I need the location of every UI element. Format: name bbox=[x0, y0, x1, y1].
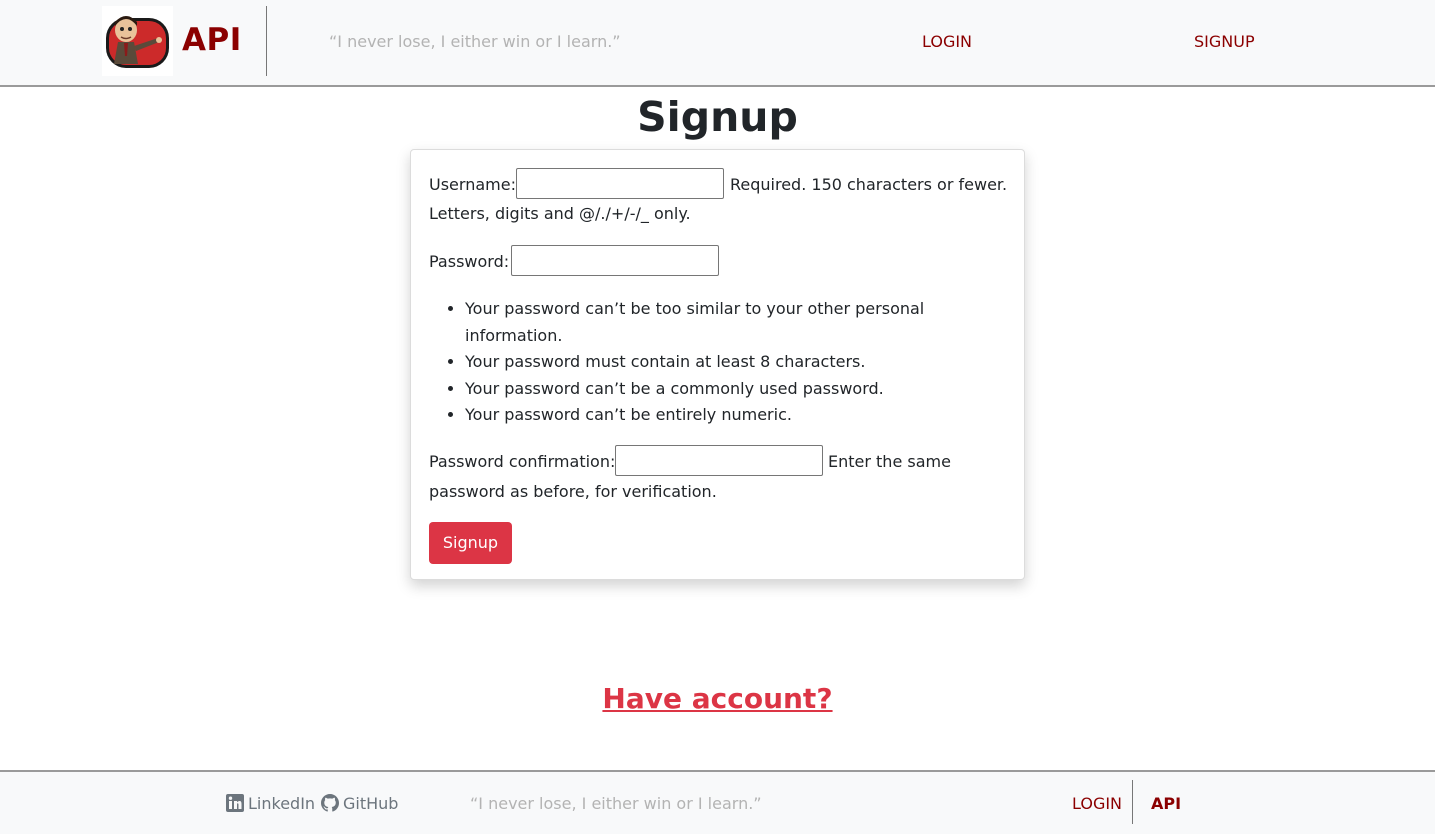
brand-name[interactable]: API bbox=[182, 20, 242, 60]
logo-image[interactable] bbox=[102, 6, 173, 76]
password-rules-list: Your password can’t be too similar to yo… bbox=[446, 296, 965, 429]
nav-signup-link[interactable]: SIGNUP bbox=[1194, 31, 1255, 53]
password-label: Password: bbox=[429, 252, 510, 271]
linkedin-label: LinkedIn bbox=[248, 794, 316, 813]
github-link[interactable]: GitHub bbox=[321, 793, 398, 818]
footer-login-link[interactable]: LOGIN bbox=[1072, 793, 1122, 815]
footer-brand-link[interactable]: API bbox=[1151, 793, 1181, 815]
have-account-link[interactable]: Have account? bbox=[602, 682, 832, 715]
brand-divider bbox=[266, 6, 267, 76]
mr-bean-logo bbox=[106, 16, 169, 68]
page-title: Signup bbox=[637, 93, 798, 141]
password-rule-item: Your password must contain at least 8 ch… bbox=[465, 349, 965, 376]
confirmation-help-line2: password as before, for verification. bbox=[429, 482, 717, 501]
nav-login-link[interactable]: LOGIN bbox=[922, 31, 972, 53]
github-label: GitHub bbox=[343, 794, 399, 813]
signup-button[interactable]: Signup bbox=[429, 522, 512, 564]
username-input[interactable] bbox=[516, 168, 724, 199]
password-confirmation-label: Password confirmation: bbox=[429, 452, 616, 471]
password-rule-item: Your password can’t be a commonly used p… bbox=[465, 376, 965, 403]
top-navbar: API “I never lose, I either win or I lea… bbox=[0, 0, 1435, 87]
username-label: Username: bbox=[429, 175, 516, 194]
linkedin-link[interactable]: LinkedIn bbox=[226, 793, 315, 818]
username-help-line2: Letters, digits and @/./+/-/_ only. bbox=[429, 204, 691, 223]
username-help-line1: Required. 150 characters or fewer. bbox=[730, 175, 1008, 194]
password-rule-item: Your password can’t be entirely numeric. bbox=[465, 402, 965, 429]
github-icon bbox=[321, 794, 339, 818]
password-input[interactable] bbox=[511, 245, 719, 276]
password-confirmation-input[interactable] bbox=[615, 445, 823, 476]
have-account-container: Have account? bbox=[0, 679, 1435, 719]
signup-form-card: Username: Required. 150 characters or fe… bbox=[410, 149, 1025, 580]
confirmation-help-line1: Enter the same bbox=[828, 452, 951, 471]
linkedin-icon bbox=[226, 794, 244, 818]
header-quote: “I never lose, I either win or I learn.” bbox=[329, 32, 621, 51]
footer-divider bbox=[1132, 780, 1133, 824]
password-rule-item: Your password can’t be too similar to yo… bbox=[465, 296, 965, 349]
footer-quote: “I never lose, I either win or I learn.” bbox=[470, 794, 762, 813]
footer-bar: LinkedIn GitHub “I never lose, I either … bbox=[0, 770, 1435, 834]
